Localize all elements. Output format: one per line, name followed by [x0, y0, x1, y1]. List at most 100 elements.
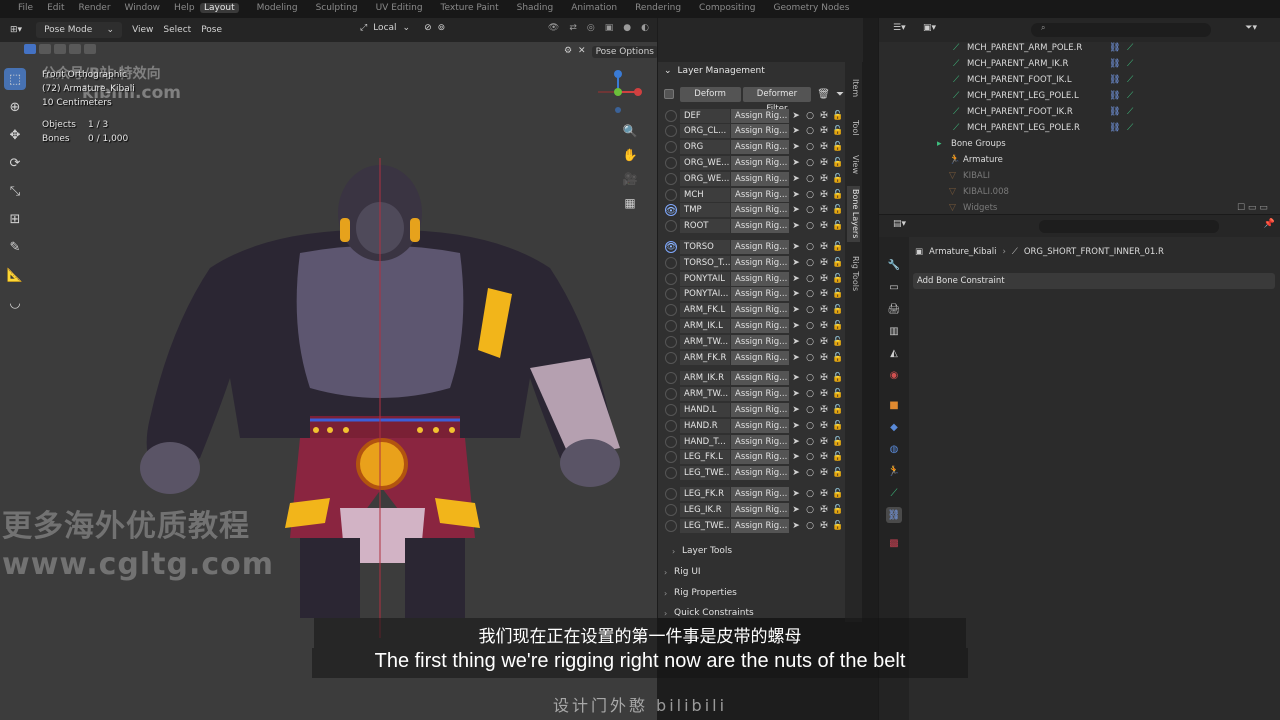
assign-rig-layer-button[interactable]: Assign Rig...	[731, 434, 789, 449]
solo-icon[interactable]: ○	[803, 172, 817, 186]
assign-rig-layer-button[interactable]: Assign Rig...	[731, 350, 789, 365]
lock-icon[interactable]: 🔓	[831, 240, 845, 254]
scale-tool-icon[interactable]: ⤡	[4, 180, 26, 202]
deform-button[interactable]: Deform	[679, 86, 741, 102]
solo-icon[interactable]: ○	[803, 219, 817, 233]
menu-select[interactable]: Select	[163, 25, 191, 35]
lock-icon[interactable]: 🔓	[831, 109, 845, 123]
assign-bones-icon[interactable]: ✠	[817, 403, 831, 417]
rotate-tool-icon[interactable]: ⟳	[4, 152, 26, 174]
lock-icon[interactable]: 🔓	[831, 503, 845, 517]
select-bones-icon[interactable]: ➤	[789, 435, 803, 449]
assign-rig-layer-button[interactable]: Assign Rig...	[731, 450, 789, 465]
layer-name-field[interactable]: ORG_WE...	[680, 155, 730, 170]
layer-name-field[interactable]: ARM_TW...	[680, 334, 730, 349]
tab-animation[interactable]: Animation	[571, 3, 617, 13]
lock-icon[interactable]: 🔓	[831, 519, 845, 533]
layer-visibility-eye-icon[interactable]	[665, 435, 677, 448]
outliner-row[interactable]: ⟋ MCH_PARENT_FOOT_IK.R ⛓ ⟋	[879, 104, 1280, 120]
layer-visibility-eye-icon[interactable]	[665, 351, 677, 364]
layer-name-field[interactable]: HAND.R	[680, 418, 730, 433]
tab-rig-tools[interactable]: Rig Tools	[847, 252, 860, 296]
layer-name-field[interactable]: PONYTAI...	[680, 287, 730, 302]
select-bones-icon[interactable]: ➤	[789, 503, 803, 517]
select-bones-icon[interactable]: ➤	[789, 319, 803, 333]
solo-icon[interactable]: ○	[803, 335, 817, 349]
menu-pose[interactable]: Pose	[201, 25, 222, 35]
lock-icon[interactable]: 🔓	[831, 403, 845, 417]
solo-icon[interactable]: ○	[803, 403, 817, 417]
layer-name-field[interactable]: LEG_TWE...	[680, 466, 730, 481]
assign-rig-layer-button[interactable]: Assign Rig...	[731, 502, 789, 517]
layer-name-field[interactable]: HAND_T...	[680, 434, 730, 449]
lock-icon[interactable]: 🔓	[831, 351, 845, 365]
shading-solid-icon[interactable]: ●	[623, 23, 631, 33]
layer-visibility-eye-icon[interactable]	[665, 451, 677, 464]
3d-viewport[interactable]: 公众号/B站 特效向 kibini.com 更多海外优质教程 www.cgltg…	[0, 18, 657, 720]
bone-tab-icon[interactable]: ⟋	[886, 485, 902, 501]
solo-icon[interactable]: ○	[803, 387, 817, 401]
menu-file[interactable]: File	[18, 3, 33, 13]
assign-rig-layer-button[interactable]: Assign Rig...	[731, 334, 789, 349]
solo-icon[interactable]: ○	[803, 319, 817, 333]
measure-tool-icon[interactable]: 📐	[4, 264, 26, 286]
assign-rig-layer-button[interactable]: Assign Rig...	[731, 387, 789, 402]
assign-bones-icon[interactable]: ✠	[817, 319, 831, 333]
layer-visibility-eye-icon[interactable]	[665, 372, 677, 385]
solo-icon[interactable]: ○	[803, 109, 817, 123]
transform-tool-icon[interactable]: ⊞	[4, 208, 26, 230]
outliner-row[interactable]: ▸ Bone Groups	[879, 136, 1280, 152]
lock-icon[interactable]: 🔓	[831, 303, 845, 317]
assign-rig-layer-button[interactable]: Assign Rig...	[731, 171, 789, 186]
grid-view-icon[interactable]: ▦	[619, 192, 641, 214]
assign-bones-icon[interactable]: ✠	[817, 287, 831, 301]
assign-bones-icon[interactable]: ✠	[817, 272, 831, 286]
section-rig-properties[interactable]: › Rig Properties	[664, 584, 849, 602]
pan-hand-icon[interactable]: ✋	[619, 144, 641, 166]
layer-visibility-eye-icon[interactable]	[665, 172, 677, 185]
assign-rig-layer-button[interactable]: Assign Rig...	[731, 140, 789, 155]
physics-tab-icon[interactable]: ◍	[886, 441, 902, 457]
select-bones-icon[interactable]: ➤	[789, 519, 803, 533]
assign-bones-icon[interactable]: ✠	[817, 387, 831, 401]
object-tab-icon[interactable]: ■	[886, 397, 902, 413]
solo-icon[interactable]: ○	[803, 435, 817, 449]
layer-visibility-eye-icon[interactable]	[665, 256, 677, 269]
layer-visibility-eye-icon[interactable]	[665, 319, 677, 332]
solo-icon[interactable]: ○	[803, 450, 817, 464]
assign-bones-icon[interactable]: ✠	[817, 203, 831, 217]
select-bones-icon[interactable]: ➤	[789, 287, 803, 301]
assign-rig-layer-button[interactable]: Assign Rig...	[731, 303, 789, 318]
assign-rig-layer-button[interactable]: Assign Rig...	[731, 124, 789, 139]
solo-icon[interactable]: ○	[803, 519, 817, 533]
layer-visibility-eye-icon[interactable]	[665, 109, 677, 122]
select-bones-icon[interactable]: ➤	[789, 371, 803, 385]
layer-visibility-eye-icon[interactable]: 👁	[665, 204, 677, 217]
assign-rig-layer-button[interactable]: Assign Rig...	[731, 239, 789, 254]
assign-rig-layer-button[interactable]: Assign Rig...	[731, 518, 789, 533]
pin-icon[interactable]: 📌	[1264, 219, 1275, 229]
layer-visibility-eye-icon[interactable]	[665, 388, 677, 401]
lock-icon[interactable]: 🔓	[831, 256, 845, 270]
menu-help[interactable]: Help	[174, 3, 195, 13]
layer-name-field[interactable]: LEG_TWE...	[680, 518, 730, 533]
tab-layout[interactable]: Layout	[200, 3, 239, 13]
lock-icon[interactable]: 🔓	[831, 188, 845, 202]
layer-visibility-eye-icon[interactable]	[665, 403, 677, 416]
select-bones-icon[interactable]: ➤	[789, 303, 803, 317]
assign-bones-icon[interactable]: ✠	[817, 109, 831, 123]
select-bones-icon[interactable]: ➤	[789, 387, 803, 401]
assign-rig-layer-button[interactable]: Assign Rig...	[731, 371, 789, 386]
tab-compositing[interactable]: Compositing	[699, 3, 755, 13]
lock-icon[interactable]: 🔓	[831, 487, 845, 501]
layer-name-field[interactable]: MCH	[680, 187, 730, 202]
assign-rig-layer-button[interactable]: Assign Rig...	[731, 271, 789, 286]
layer-name-field[interactable]: ARM_FK.L	[680, 303, 730, 318]
lock-icon[interactable]: 🔓	[831, 272, 845, 286]
modifier-tab-icon[interactable]: ◆	[886, 419, 902, 435]
select-intersect-icon[interactable]	[84, 44, 96, 54]
lock-icon[interactable]: 🔓	[831, 371, 845, 385]
assign-rig-layer-button[interactable]: Assign Rig...	[731, 287, 789, 302]
solo-icon[interactable]: ○	[803, 203, 817, 217]
assign-bones-icon[interactable]: ✠	[817, 303, 831, 317]
